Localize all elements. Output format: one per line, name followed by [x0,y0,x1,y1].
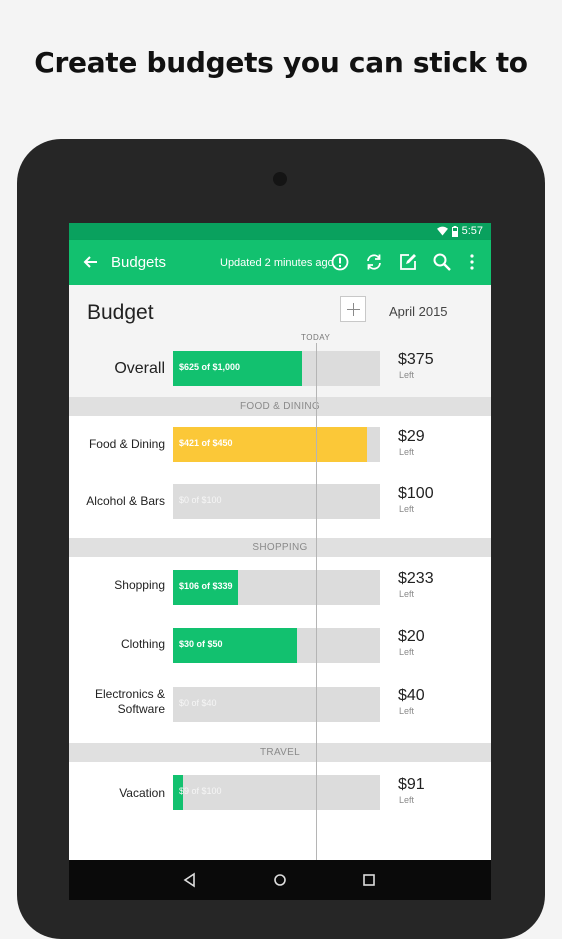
budget-row-clothing[interactable]: Clothing $30 of $50 $20 Left [69,615,491,673]
progress-bar: $106 of $339 [173,570,380,605]
category-label: Alcohol & Bars [86,494,165,508]
budget-row-alcohol-bars[interactable]: Alcohol & Bars $0 of $100 $100 Left [69,473,491,538]
progress-bar: $0 of $100 [173,484,380,519]
budget-row-food-dining[interactable]: Food & Dining $421 of $450 $29 Left [69,416,491,473]
category-label: Overall [114,360,165,377]
category-label: Shopping [114,578,165,592]
amount-left: $100 [398,485,434,502]
month-selector[interactable]: April 2015 [389,304,448,319]
status-time: 5:57 [461,225,483,237]
back-arrow-icon[interactable] [81,252,101,272]
progress-bar: $30 of $50 [173,628,380,663]
category-label: Food & Dining [88,437,165,451]
category-label: Vacation [119,786,165,800]
progress-bar: $421 of $450 [173,427,380,462]
bar-amount-text: $30 of $50 [179,639,223,649]
amount-left: $91 [398,776,425,793]
amount-left: $40 [398,687,425,704]
app-screen: 5:57 Budgets Updated 2 minutes ago Budge… [69,223,491,900]
left-caption: Left [399,447,415,457]
progress-bar: $0 of $40 [173,687,380,722]
left-caption: Left [399,370,415,380]
amount-left: $20 [398,628,425,645]
bar-amount-text: $0 of $40 [179,698,217,708]
android-nav-bar [69,860,491,900]
progress-bar: $625 of $1,000 [173,351,380,386]
alert-icon[interactable] [330,252,350,272]
budget-header: Budget April 2015 TODAY [69,285,491,342]
left-caption: Left [399,795,415,805]
budget-content: Budget April 2015 TODAY Overall $625 of … [69,285,491,860]
category-label: Clothing [120,637,165,651]
budget-row-shopping[interactable]: Shopping $106 of $339 $233 Left [69,557,491,615]
section-header-shopping: SHOPPING [69,538,491,557]
budget-row-vacation[interactable]: Vacation $9 of $100 $91 Left [69,762,491,860]
progress-bar: $9 of $100 [173,775,380,810]
back-triangle-icon[interactable] [181,871,199,889]
overall-row[interactable]: Overall $625 of $1,000 $375 Left [69,341,491,397]
amount-left: $233 [398,570,434,587]
updated-status: Updated 2 minutes ago [220,257,334,269]
left-caption: Left [399,706,415,716]
today-marker-line [316,343,317,860]
promo-headline: Create budgets you can stick to [34,46,528,79]
section-header-food-dining: FOOD & DINING [69,397,491,416]
page-title: Budget [87,301,154,324]
add-budget-button[interactable] [340,296,366,322]
budget-row-electronics-software[interactable]: Electronics & Software $0 of $40 $40 Lef… [69,673,491,743]
amount-left: $29 [398,428,425,445]
app-bar: Budgets Updated 2 minutes ago [69,240,491,285]
bar-amount-text: $106 of $339 [179,581,233,591]
left-caption: Left [399,504,415,514]
edit-icon[interactable] [398,252,418,272]
left-caption: Left [399,647,415,657]
more-vert-icon[interactable] [462,252,482,272]
wifi-icon [436,226,448,236]
bar-amount-text: $9 of $100 [179,786,222,796]
app-bar-title: Budgets [111,254,167,271]
amount-left: $375 [398,351,434,368]
bar-amount-text: $421 of $450 [179,438,233,448]
search-icon[interactable] [432,252,452,272]
camera-icon [273,172,287,186]
recents-square-icon[interactable] [360,871,378,889]
left-caption: Left [399,589,415,599]
status-bar: 5:57 [69,223,491,240]
battery-icon [451,225,458,237]
category-label: Electronics & Software [94,687,165,716]
bar-amount-text: $0 of $100 [179,495,222,505]
home-circle-icon[interactable] [271,871,289,889]
bar-amount-text: $625 of $1,000 [179,362,241,372]
refresh-icon[interactable] [364,252,384,272]
section-header-travel: TRAVEL [69,743,491,762]
